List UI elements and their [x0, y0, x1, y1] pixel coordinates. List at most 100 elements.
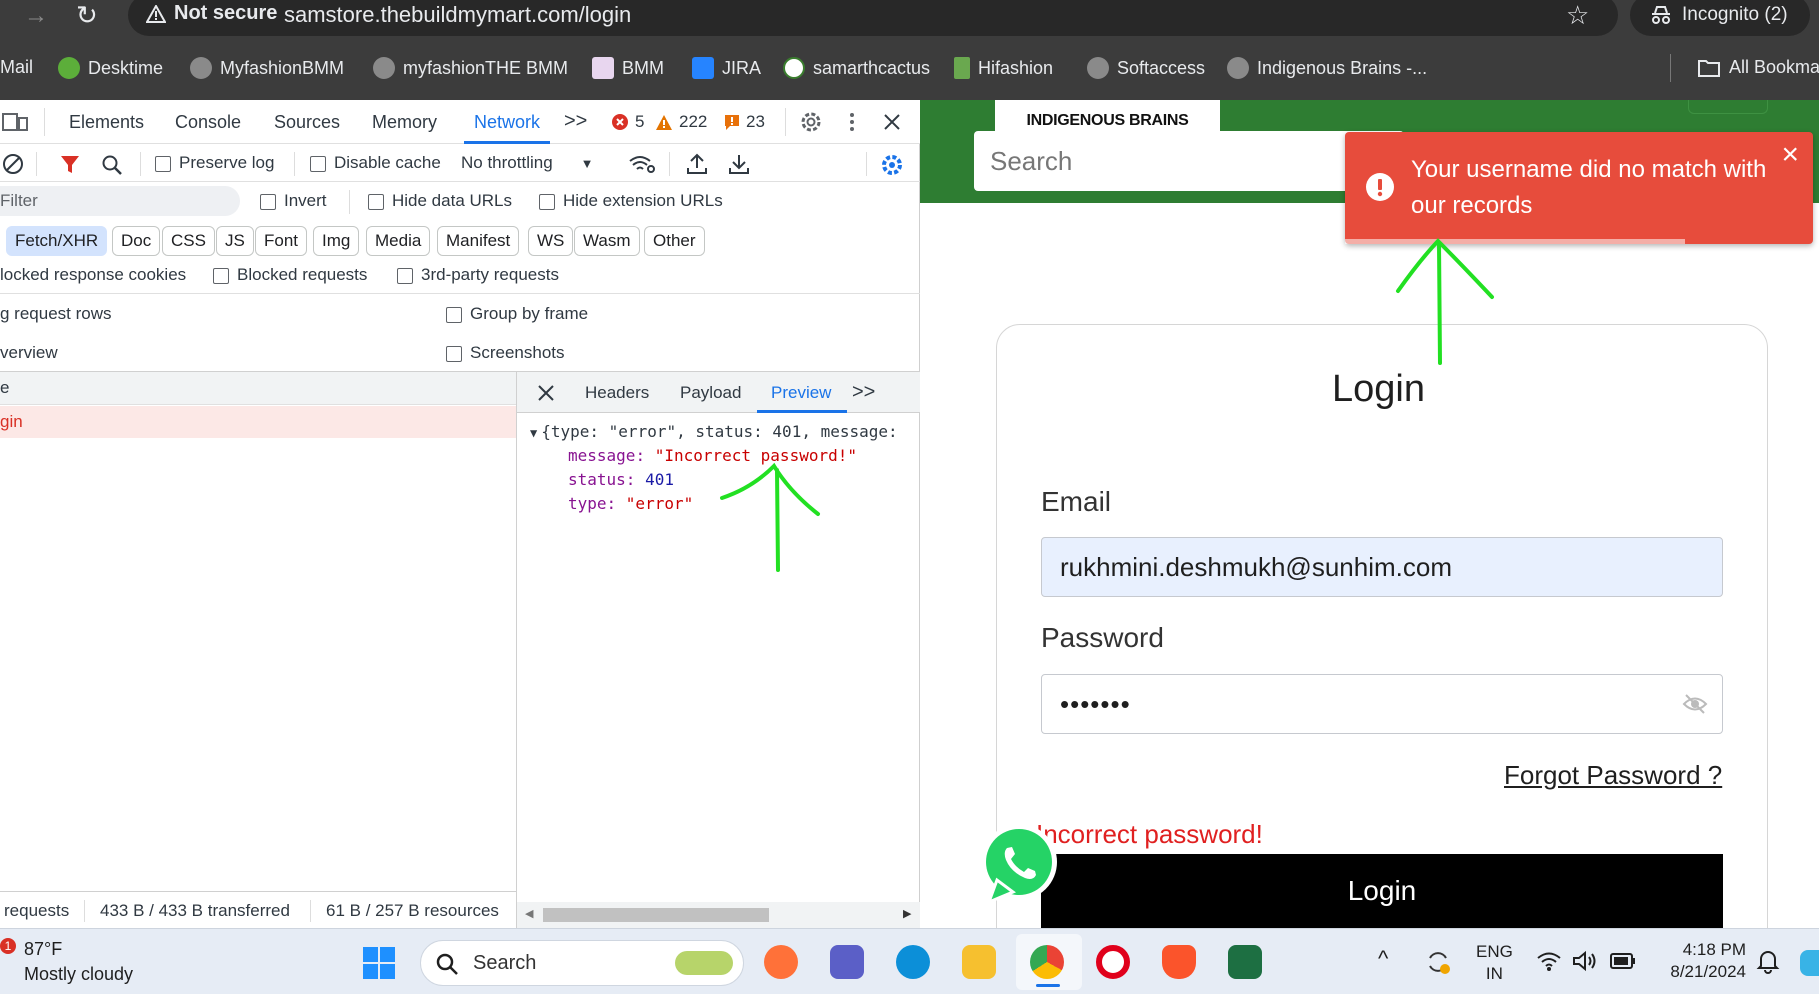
request-row-login[interactable]: gin — [0, 406, 516, 438]
chrome-icon[interactable] — [1030, 945, 1064, 979]
bookmark-myfashionbmm[interactable]: MyfashionBMM — [190, 57, 344, 79]
firefox-icon[interactable] — [764, 945, 798, 979]
windows-start-icon[interactable] — [362, 946, 396, 980]
group-by-frame-checkbox[interactable]: Group by frame — [446, 304, 588, 324]
security-indicator[interactable]: Not secure — [146, 2, 277, 25]
chip-fetch-xhr[interactable]: Fetch/XHR — [6, 226, 108, 256]
screenshots-checkbox[interactable]: Screenshots — [446, 343, 565, 363]
weather-temperature[interactable]: 87°F — [24, 939, 62, 960]
expand-triangle-icon[interactable]: ▼ — [530, 426, 537, 440]
whatsapp-icon[interactable] — [975, 822, 1065, 910]
third-party-checkbox[interactable]: 3rd-party requests — [397, 265, 559, 285]
preview-summary[interactable]: ▼ {type: "error", status: 401, message: — [530, 422, 918, 441]
preserve-log-checkbox[interactable]: Preserve log — [155, 153, 274, 173]
big-request-rows-label[interactable]: g request rows — [0, 304, 112, 324]
login-button[interactable]: Login — [1041, 854, 1723, 928]
bookmark-softaccess[interactable]: Softaccess — [1087, 57, 1205, 79]
network-settings-gear-icon[interactable] — [880, 153, 904, 177]
chip-manifest[interactable]: Manifest — [437, 226, 520, 256]
weather-description[interactable]: Mostly cloudy — [24, 964, 133, 985]
filter-funnel-icon[interactable] — [60, 155, 80, 175]
chip-other[interactable]: Other — [644, 226, 705, 256]
error-counter[interactable]: 5 — [611, 112, 644, 132]
kebab-menu-icon[interactable] — [848, 111, 856, 133]
incognito-indicator[interactable]: Incognito (2) — [1630, 0, 1810, 36]
clock[interactable]: 4:18 PM 8/21/2024 — [1652, 939, 1746, 983]
disable-cache-checkbox[interactable]: Disable cache — [310, 153, 441, 173]
overview-label[interactable]: verview — [0, 343, 58, 363]
chip-font[interactable]: Font — [255, 226, 308, 256]
taskbar-search[interactable]: Search — [420, 940, 744, 986]
more-tabs-icon[interactable]: >> — [564, 110, 587, 133]
split-divider[interactable] — [516, 372, 517, 994]
site-search-input[interactable]: Search — [974, 131, 1404, 191]
edge-icon[interactable] — [896, 945, 930, 979]
scroll-left-icon[interactable]: ◀ — [525, 907, 533, 920]
chip-css[interactable]: CSS — [162, 226, 215, 256]
close-detail-icon[interactable] — [537, 384, 555, 402]
eye-slash-icon[interactable] — [1682, 693, 1708, 715]
hide-data-urls-checkbox[interactable]: Hide data URLs — [368, 191, 512, 211]
tab-network[interactable]: Network — [474, 112, 540, 133]
tab-payload[interactable]: Payload — [680, 383, 741, 403]
sync-icon[interactable] — [1424, 948, 1452, 976]
search-icon[interactable] — [101, 154, 123, 176]
chevron-up-icon[interactable]: ^ — [1378, 946, 1388, 972]
clear-icon[interactable] — [2, 153, 24, 175]
chip-wasm[interactable]: Wasm — [574, 226, 640, 256]
scroll-right-icon[interactable]: ▶ — [903, 907, 911, 920]
email-field[interactable]: rukhmini.deshmukh@sunhim.com — [1041, 537, 1723, 597]
tab-memory[interactable]: Memory — [372, 112, 437, 133]
chip-ws[interactable]: WS — [528, 226, 574, 256]
network-conditions-icon[interactable] — [628, 153, 656, 175]
more-detail-tabs-icon[interactable]: >> — [852, 381, 875, 404]
bookmark-hifashion[interactable]: Hifashion — [954, 57, 1053, 79]
tab-headers[interactable]: Headers — [585, 383, 649, 403]
issues-counter[interactable]: 23 — [724, 112, 765, 132]
warning-counter[interactable]: 222 — [655, 112, 707, 132]
device-toolbar-icon[interactable] — [2, 112, 28, 132]
tab-preview[interactable]: Preview — [771, 383, 831, 403]
bookmark-samarthcactus[interactable]: samarthcactus — [783, 57, 930, 79]
settings-gear-icon[interactable] — [799, 110, 823, 134]
import-har-icon[interactable] — [686, 152, 708, 176]
blocked-cookies-label[interactable]: locked response cookies — [0, 265, 186, 285]
chip-js[interactable]: JS — [216, 226, 254, 256]
teams-icon[interactable] — [830, 945, 864, 979]
excel-icon[interactable] — [1228, 945, 1262, 979]
bookmark-desktime[interactable]: Desktime — [58, 57, 163, 79]
bookmark-jira[interactable]: JIRA — [692, 57, 761, 79]
horizontal-scrollbar[interactable]: ◀ ▶ — [517, 902, 920, 928]
hide-extension-urls-checkbox[interactable]: Hide extension URLs — [539, 191, 723, 211]
bookmark-mail[interactable]: Mail — [0, 57, 33, 78]
password-field[interactable]: ••••••• — [1041, 674, 1723, 734]
notification-bell-icon[interactable] — [1756, 948, 1780, 974]
bookmark-indigenous-brains[interactable]: Indigenous Brains -... — [1227, 57, 1427, 79]
bookmark-myfashion-the-bmm[interactable]: myfashionTHE BMM — [373, 57, 568, 79]
all-bookmarks[interactable]: All Bookma — [1697, 57, 1819, 78]
bookmark-star-icon[interactable]: ☆ — [1566, 0, 1589, 31]
export-har-icon[interactable] — [728, 152, 750, 176]
tab-console[interactable]: Console — [175, 112, 241, 133]
wifi-icon[interactable] — [1536, 950, 1562, 972]
copilot-icon[interactable] — [1800, 950, 1819, 976]
toast-close-icon[interactable]: × — [1781, 140, 1799, 170]
opera-icon[interactable] — [1096, 945, 1130, 979]
brave-icon[interactable] — [1162, 945, 1196, 979]
forward-icon[interactable]: → — [24, 2, 48, 30]
battery-icon[interactable] — [1610, 952, 1636, 970]
filter-input[interactable]: Filter — [0, 186, 240, 216]
header-button[interactable] — [1688, 100, 1768, 114]
file-explorer-icon[interactable] — [962, 945, 996, 979]
bookmark-bmm[interactable]: BMM — [592, 57, 664, 79]
reload-icon[interactable]: ↻ — [76, 0, 98, 31]
chip-img[interactable]: Img — [313, 226, 360, 256]
close-devtools-icon[interactable] — [882, 112, 902, 132]
blocked-requests-checkbox[interactable]: Blocked requests — [213, 265, 367, 285]
volume-icon[interactable] — [1572, 950, 1598, 972]
name-column-header[interactable]: e — [0, 378, 9, 398]
throttling-select[interactable]: No throttling ▼ — [461, 153, 594, 173]
url-text[interactable]: samstore.thebuildmymart.com/login — [284, 2, 631, 28]
chip-doc[interactable]: Doc — [112, 226, 161, 256]
invert-checkbox[interactable]: Invert — [260, 191, 327, 211]
